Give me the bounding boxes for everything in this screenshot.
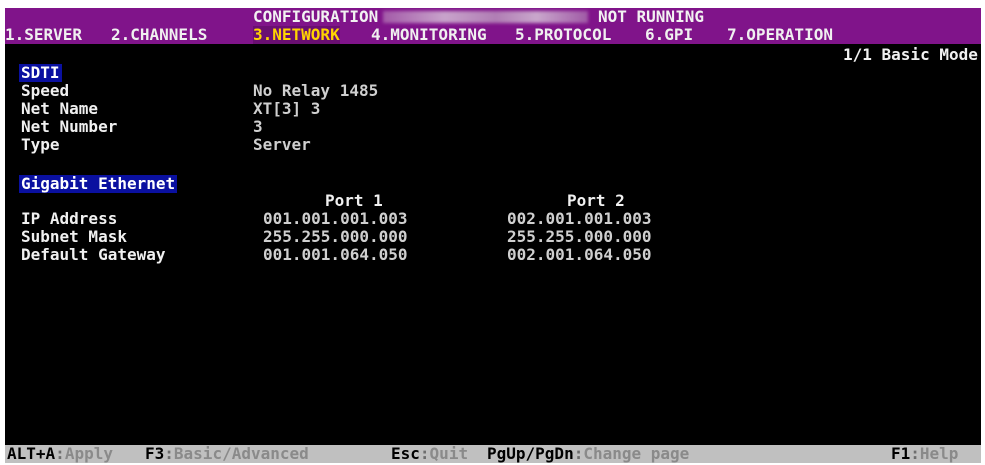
field-label-subnet-mask: Subnet Mask xyxy=(21,227,127,246)
hint-description: Quit xyxy=(429,444,469,463)
field-value-type[interactable]: Server xyxy=(253,136,311,154)
field-value-speed[interactable]: No Relay 1485 xyxy=(253,82,378,100)
field-value-ip-address-port-1[interactable]: 001.001.001.003 xyxy=(263,210,408,228)
tab-operation[interactable]: 7.OPERATION xyxy=(727,26,833,44)
hint-help[interactable]: F1:Help xyxy=(891,445,958,463)
field-label-net-name: Net Name xyxy=(21,99,99,118)
window-title: CONFIGURATION xyxy=(253,8,379,26)
port-1-header: Port 1 xyxy=(325,191,383,210)
key-hint-bar: ALT+A:Apply F3:Basic/Advanced Esc:Quit P… xyxy=(5,445,981,463)
hint-key: Esc xyxy=(391,444,420,463)
page-mode-indicator[interactable]: 1/1 Basic Mode xyxy=(843,46,978,64)
field-value-subnet-mask-port-2[interactable]: 255.255.000.000 xyxy=(507,228,652,246)
field-value-default-gateway-port-2[interactable]: 002.001.064.050 xyxy=(507,246,652,264)
field-label-speed: Speed xyxy=(21,81,70,100)
title-bar: CONFIGURATION NOT RUNNING xyxy=(5,8,981,26)
port-2-header: Port 2 xyxy=(567,191,625,210)
field-value-net-number[interactable]: 3 xyxy=(253,118,263,136)
hint-description: Help xyxy=(919,444,959,463)
field-value-net-name[interactable]: XT[3] 3 xyxy=(253,100,320,118)
hint-key: F1 xyxy=(891,444,911,463)
tab-gpi[interactable]: 6.GPI xyxy=(645,26,693,44)
field-label-type: Type xyxy=(21,135,60,154)
field-label-default-gateway: Default Gateway xyxy=(21,245,166,264)
hint-key: PgUp/PgDn xyxy=(487,444,574,463)
tab-monitoring[interactable]: 4.MONITORING xyxy=(371,26,487,44)
hint-key: ALT+A xyxy=(7,444,56,463)
hint-separator: : xyxy=(573,444,584,463)
tab-network[interactable]: 3.NETWORK xyxy=(253,26,340,44)
terminal-screen: CONFIGURATION NOT RUNNING 1.SERVER 2.CHA… xyxy=(5,8,981,463)
server-status: NOT RUNNING xyxy=(598,8,704,26)
field-value-ip-address-port-2[interactable]: 002.001.001.003 xyxy=(507,210,652,228)
tab-server[interactable]: 1.SERVER xyxy=(5,26,82,44)
redacted-server-name xyxy=(383,11,588,23)
tab-bar: 1.SERVER 2.CHANNELS 3.NETWORK 4.MONITORI… xyxy=(5,26,981,44)
hint-change-page[interactable]: PgUp/PgDn:Change page xyxy=(487,445,689,463)
hint-quit[interactable]: Esc:Quit xyxy=(391,445,468,463)
hint-description: Change page xyxy=(583,444,690,463)
hint-key: F3 xyxy=(145,444,165,463)
hint-apply[interactable]: ALT+A:Apply xyxy=(7,445,113,463)
field-value-default-gateway-port-1[interactable]: 001.001.064.050 xyxy=(263,246,408,264)
field-label-net-number: Net Number xyxy=(21,117,118,136)
hint-separator: : xyxy=(419,444,430,463)
hint-basic-advanced[interactable]: F3:Basic/Advanced xyxy=(145,445,309,463)
tab-protocol[interactable]: 5.PROTOCOL xyxy=(515,26,611,44)
hint-separator: : xyxy=(910,444,920,463)
hint-separator: : xyxy=(164,444,174,463)
hint-description: Basic/Advanced xyxy=(173,444,309,463)
hint-separator: : xyxy=(55,444,65,463)
field-value-subnet-mask-port-1[interactable]: 255.255.000.000 xyxy=(263,228,408,246)
section-header-sdti: SDTI xyxy=(19,63,62,82)
section-header-gigabit-ethernet: Gigabit Ethernet xyxy=(19,174,178,193)
hint-description: Apply xyxy=(64,444,113,463)
field-label-ip-address: IP Address xyxy=(21,209,118,228)
tab-channels[interactable]: 2.CHANNELS xyxy=(111,26,207,44)
